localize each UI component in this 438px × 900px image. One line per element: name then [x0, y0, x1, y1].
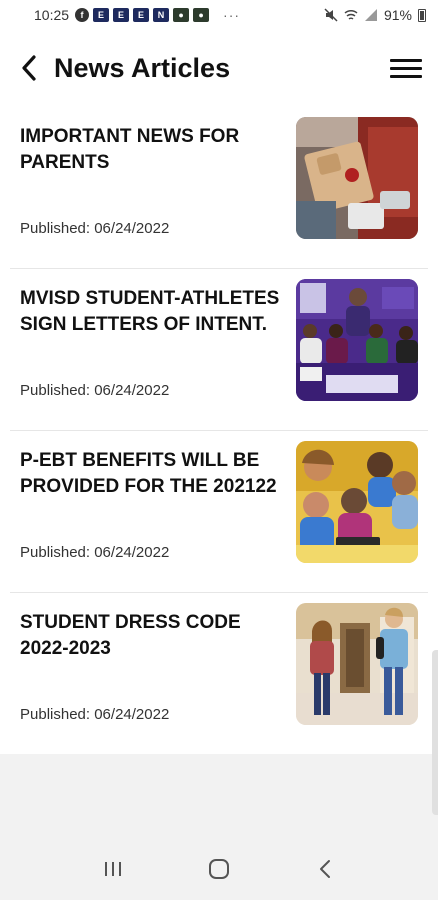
recent-apps-button[interactable]	[93, 849, 133, 889]
article-date: Published: 06/24/2022	[20, 706, 170, 723]
app-notification-icon: E	[133, 8, 150, 22]
back-icon	[320, 860, 330, 878]
facebook-icon: f	[75, 8, 90, 22]
scroll-indicator	[432, 650, 438, 815]
system-back-button[interactable]	[305, 849, 345, 889]
back-button[interactable]	[20, 53, 50, 83]
article-title: MVISD STUDENT-ATHLETES SIGN LETTERS OF I…	[20, 288, 280, 335]
wifi-icon	[344, 9, 358, 20]
signal-icon	[364, 9, 377, 21]
article-date: Published: 06/24/2022	[20, 382, 170, 399]
status-right: 91%	[324, 7, 426, 23]
hamburger-menu-icon[interactable]	[390, 53, 422, 83]
app-notification-icon: ●	[193, 8, 210, 22]
status-bar: 10:25 f E E E N ● ● ··· 91%	[0, 0, 438, 30]
article-title: P-EBT BENEFITS WILL BE PROVIDED FOR THE …	[20, 450, 277, 497]
mute-icon	[324, 8, 338, 22]
battery-percent: 91%	[383, 7, 412, 23]
battery-icon	[418, 8, 426, 22]
page-title: News Articles	[54, 52, 231, 83]
article-title: STUDENT DRESS CODE 2022-2023	[20, 612, 241, 659]
students-hallway-photo	[296, 603, 418, 725]
article-item[interactable]: IMPORTANT NEWS FOR PARENTS Published: 06…	[0, 106, 438, 268]
athletes-signing-photo	[296, 279, 418, 401]
article-date: Published: 06/24/2022	[20, 544, 170, 561]
article-item[interactable]: P-EBT BENEFITS WILL BE PROVIDED FOR THE …	[0, 430, 438, 592]
article-list: IMPORTANT NEWS FOR PARENTS Published: 06…	[0, 106, 438, 754]
app-notification-icon: N	[153, 8, 170, 22]
app-notification-icon: E	[93, 8, 110, 22]
cafeteria-tray-photo	[296, 117, 418, 239]
system-nav-bar	[0, 838, 438, 900]
article-date: Published: 06/24/2022	[20, 220, 170, 237]
students-tablet-photo	[296, 441, 418, 563]
status-time: 10:25	[34, 7, 70, 23]
chevron-left-icon	[22, 55, 36, 81]
app-notification-icon: ●	[173, 8, 190, 22]
home-icon	[209, 859, 229, 879]
more-notifications-icon: ···	[223, 7, 241, 23]
notification-icons: f E E E N ● ●	[75, 8, 210, 22]
article-item[interactable]: MVISD STUDENT-ATHLETES SIGN LETTERS OF I…	[0, 268, 438, 430]
article-title: IMPORTANT NEWS FOR PARENTS	[20, 126, 240, 173]
home-button[interactable]	[199, 849, 239, 889]
app-notification-icon: E	[113, 8, 130, 22]
recent-apps-icon	[105, 862, 121, 876]
article-item[interactable]: STUDENT DRESS CODE 2022-2023 Published: …	[0, 592, 438, 754]
app-bar: News Articles	[0, 30, 438, 106]
